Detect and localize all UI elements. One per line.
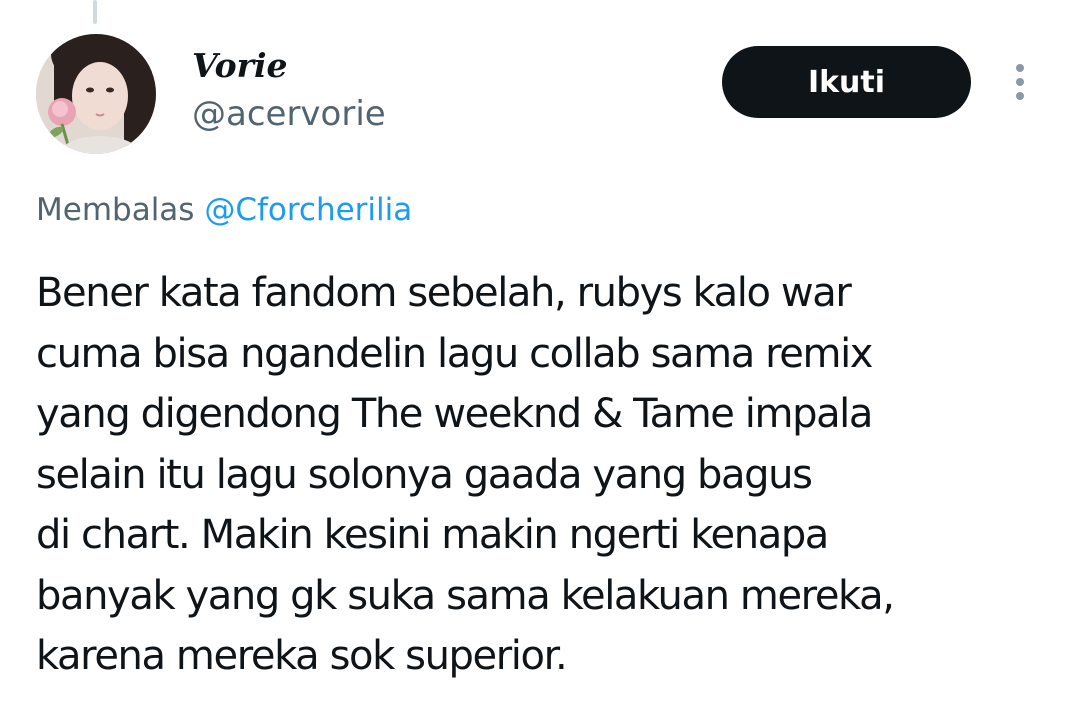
tweet-text-line: karena mereka sok superior. xyxy=(36,633,568,679)
tweet-text-line: yang digendong The weeknd & Tame impala xyxy=(36,391,873,437)
reply-context: Membalas @Cforcherilia xyxy=(36,188,412,232)
author-display-name[interactable]: Vorie xyxy=(192,44,386,88)
author-handle[interactable]: @acervorie xyxy=(192,92,386,136)
tweet-text-line: selain itu lagu solonya gaada yang bagus xyxy=(36,451,813,498)
follow-button[interactable]: Ikuti xyxy=(722,46,971,118)
avatar[interactable] xyxy=(36,34,156,154)
avatar-image xyxy=(36,34,156,154)
thread-connector-line xyxy=(93,0,97,24)
tweet-text-line: di chart. Makin kesini makin ngerti kena… xyxy=(36,512,829,558)
tweet-text-line: cuma bisa ngandelin lagu collab sama rem… xyxy=(36,330,873,377)
more-vertical-icon[interactable] xyxy=(1002,62,1038,102)
tweet-text-line: Bener kata fandom sebelah, rubys kalo wa… xyxy=(36,270,852,316)
author-info[interactable]: Vorie @acervorie xyxy=(192,44,386,136)
reply-mention-link[interactable]: @Cforcherilia xyxy=(204,192,412,228)
tweet-text-line: banyak yang gk suka sama kelakuan mereka… xyxy=(36,572,895,619)
reply-context-prefix: Membalas xyxy=(36,192,195,228)
tweet-text: Bener kata fandom sebelah, rubys kalo wa… xyxy=(36,263,1046,687)
